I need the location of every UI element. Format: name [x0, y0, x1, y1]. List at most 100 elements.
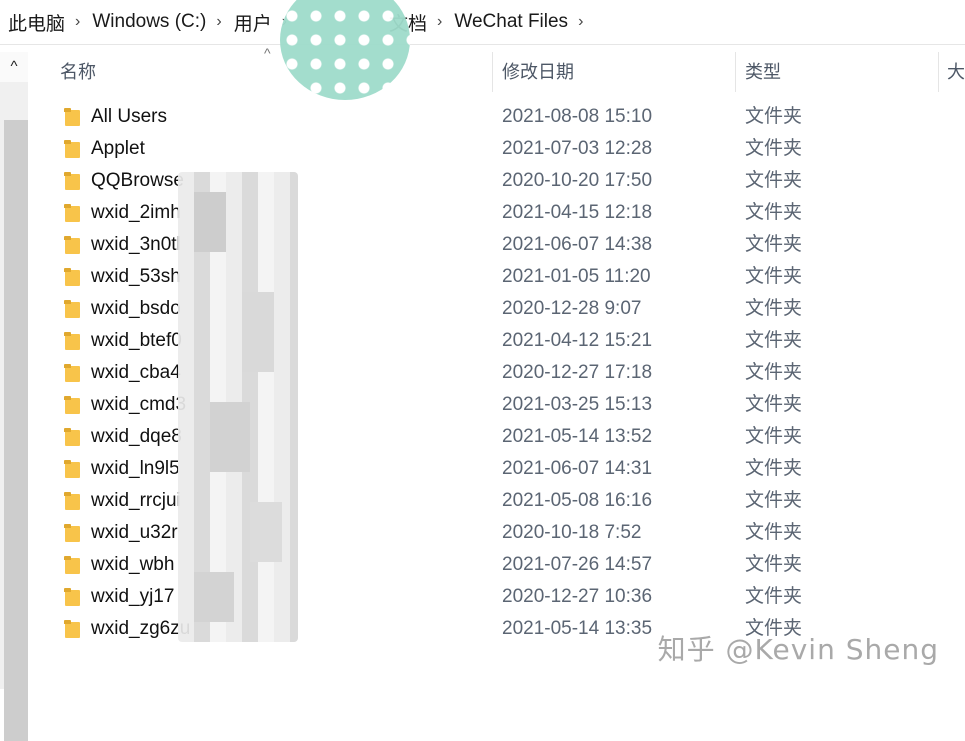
item-date: 2021-08-08 15:10 — [502, 106, 653, 127]
pixel-block — [194, 572, 234, 622]
item-date: 2021-06-07 14:31 — [502, 458, 653, 479]
item-type: 文件夹 — [745, 234, 803, 255]
sort-ascending-icon: ^ — [264, 45, 271, 61]
folder-icon — [64, 492, 80, 510]
item-name: wxid_ln9l5 — [91, 458, 180, 479]
item-date: 2021-07-03 12:28 — [502, 138, 653, 159]
column-header-size[interactable]: 大 — [947, 52, 965, 92]
item-type: 文件夹 — [745, 586, 803, 607]
breadcrumb-item-windows-c[interactable]: Windows (C:) › — [92, 0, 233, 44]
item-name: wxid_zg6zu — [91, 618, 191, 639]
item-type: 文件夹 — [745, 426, 803, 447]
folder-icon — [64, 620, 80, 638]
item-date: 2020-12-27 17:18 — [502, 362, 653, 383]
item-type: 文件夹 — [745, 106, 803, 127]
item-type: 文件夹 — [745, 394, 803, 415]
breadcrumb-item-this-pc[interactable]: 此电脑 › — [0, 0, 92, 44]
list-item[interactable]: wxid_ln9l5 2021-06-07 14:31 文件夹 — [36, 453, 965, 485]
item-date: 2021-05-14 13:35 — [502, 618, 653, 639]
item-name: wxid_53sh — [91, 266, 181, 287]
list-item[interactable]: wxid_dqe8 2021-05-14 13:52 文件夹 — [36, 421, 965, 453]
address-bar[interactable]: 此电脑 › Windows (C:) › 用户 › 文档 › WeChat Fi… — [0, 0, 965, 45]
item-date: 2021-04-15 12:18 — [502, 202, 653, 223]
list-item[interactable]: wxid_cmd3 2021-03-25 15:13 文件夹 — [36, 389, 965, 421]
folder-icon — [64, 108, 80, 126]
item-type: 文件夹 — [745, 266, 803, 287]
item-name: wxid_bsdo — [91, 298, 181, 319]
item-name: QQBrowse — [91, 170, 184, 191]
folder-icon — [64, 364, 80, 382]
watermark: 知乎 @Kevin Sheng — [657, 633, 939, 666]
item-type: 文件夹 — [745, 458, 803, 479]
folder-icon — [64, 204, 80, 222]
item-name: wxid_2imh — [91, 202, 181, 223]
item-name: wxid_yj17 — [91, 586, 175, 607]
pixel-block — [194, 192, 226, 252]
item-type: 文件夹 — [745, 298, 803, 319]
item-date: 2020-10-20 17:50 — [502, 170, 653, 191]
list-item[interactable]: wxid_cba4 2020-12-27 17:18 文件夹 — [36, 357, 965, 389]
column-header-type[interactable]: 类型 — [745, 52, 781, 92]
item-date: 2021-01-05 11:20 — [502, 266, 651, 287]
folder-icon — [64, 524, 80, 542]
column-divider[interactable] — [735, 52, 736, 92]
breadcrumb-item-wechat-files[interactable]: WeChat Files › — [454, 0, 595, 44]
item-name: All Users — [91, 106, 168, 127]
column-divider[interactable] — [938, 52, 939, 92]
item-date: 2020-12-27 10:36 — [502, 586, 653, 607]
folder-icon — [64, 556, 80, 574]
chevron-right-icon[interactable]: › — [216, 13, 221, 31]
item-date: 2021-04-12 15:21 — [502, 330, 653, 351]
item-type: 文件夹 — [745, 138, 803, 159]
list-item[interactable]: wxid_u32r 2020-10-18 7:52 文件夹 — [36, 517, 965, 549]
folder-icon — [64, 300, 80, 318]
item-type: 文件夹 — [745, 170, 803, 191]
folder-icon — [64, 588, 80, 606]
file-list: All Users 2021-08-08 15:10 文件夹 Applet 2021-… — [36, 101, 965, 645]
list-item[interactable]: wxid_btef0 2021-04-12 15:21 文件夹 — [36, 325, 965, 357]
folder-icon — [64, 396, 80, 414]
list-item[interactable]: wxid_wbh 2021-07-26 14:57 文件夹 — [36, 549, 965, 581]
list-item[interactable]: wxid_2imh 2021-04-15 12:18 文件夹 — [36, 197, 965, 229]
list-item[interactable]: wxid_bsdo 2020-12-28 9:07 文件夹 — [36, 293, 965, 325]
item-date: 2021-06-07 14:38 — [502, 234, 653, 255]
item-name: wxid_btef0 — [91, 330, 182, 351]
decorative-sticker — [280, 0, 410, 100]
chevron-right-icon[interactable]: › — [578, 13, 583, 31]
chevron-right-icon[interactable]: › — [75, 13, 80, 31]
pixel-block — [210, 402, 250, 472]
item-date: 2021-03-25 15:13 — [502, 394, 653, 415]
list-item[interactable]: All Users 2021-08-08 15:10 文件夹 — [36, 101, 965, 133]
chevron-up-icon: ^ — [10, 58, 18, 75]
vertical-scrollbar[interactable]: ^ — [0, 52, 28, 741]
list-item[interactable]: wxid_53sh 2021-01-05 11:20 文件夹 — [36, 261, 965, 293]
list-item[interactable]: wxid_rrcjui 2021-05-08 16:16 文件夹 — [36, 485, 965, 517]
item-date: 2021-05-08 16:16 — [502, 490, 653, 511]
list-item[interactable]: wxid_yj17 2020-12-27 10:36 文件夹 — [36, 581, 965, 613]
item-name: wxid_rrcjui — [91, 490, 181, 511]
folder-icon — [64, 428, 80, 446]
list-item[interactable]: QQBrowse 2020-10-20 17:50 文件夹 — [36, 165, 965, 197]
scroll-up-button[interactable]: ^ — [0, 52, 28, 82]
item-name: wxid_dqe8 — [91, 426, 182, 447]
folder-icon — [64, 172, 80, 190]
column-header-date-modified[interactable]: 修改日期 — [502, 52, 574, 92]
item-type: 文件夹 — [745, 490, 803, 511]
column-header-name[interactable]: 名称 — [60, 52, 96, 92]
pixel-block — [250, 502, 282, 562]
item-type: 文件夹 — [745, 202, 803, 223]
breadcrumb-label: WeChat Files — [454, 11, 569, 32]
scrollbar-thumb[interactable] — [4, 120, 28, 741]
chevron-right-icon[interactable]: › — [437, 13, 442, 31]
column-divider[interactable] — [492, 52, 493, 92]
list-item[interactable]: wxid_3n0tl 2021-06-07 14:38 文件夹 — [36, 229, 965, 261]
breadcrumb-label: 用户 — [233, 13, 272, 35]
item-name: wxid_u32r — [91, 522, 178, 543]
list-item[interactable]: Applet 2021-07-03 12:28 文件夹 — [36, 133, 965, 165]
item-type: 文件夹 — [745, 522, 803, 543]
pixel-block — [242, 292, 274, 372]
folder-icon — [64, 140, 80, 158]
folder-icon — [64, 332, 80, 350]
breadcrumb-label: 此电脑 — [8, 13, 66, 35]
item-name: wxid_cba4 — [91, 362, 181, 383]
